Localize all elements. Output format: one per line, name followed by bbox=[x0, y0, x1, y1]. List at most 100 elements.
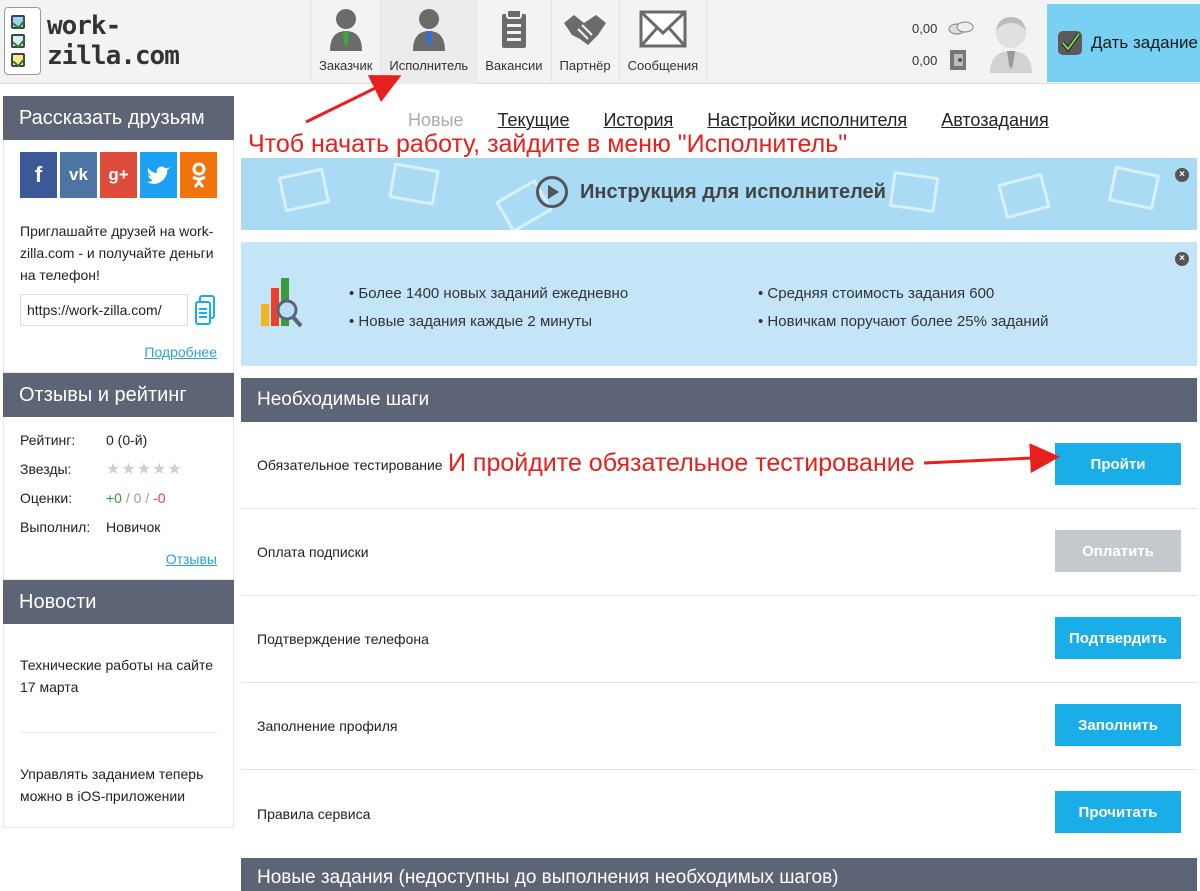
twitter-share-button[interactable] bbox=[140, 152, 177, 198]
freelancer-icon bbox=[404, 6, 454, 52]
odnoklassniki-icon bbox=[191, 162, 206, 188]
rating-title: Отзывы и рейтинг bbox=[3, 373, 234, 417]
read-rules-button[interactable]: Прочитать bbox=[1055, 791, 1181, 833]
instruction-label: Инструкция для исполнителей bbox=[580, 180, 886, 203]
main-nav: Заказчик Исполнитель Вакансии Партнёр Со… bbox=[310, 0, 708, 84]
chart-magnifier-icon bbox=[261, 278, 303, 328]
step-row-phone: Подтверждение телефона Подтвердить bbox=[241, 596, 1197, 683]
film-decor-icon bbox=[277, 167, 331, 213]
checkmark-badge-icon bbox=[1058, 31, 1082, 55]
referral-link-input[interactable]: https://work-zilla.com/ bbox=[20, 294, 188, 326]
play-icon bbox=[536, 176, 568, 208]
confirm-phone-button[interactable]: Подтвердить bbox=[1055, 617, 1181, 659]
grade-negative: -0 bbox=[153, 489, 166, 506]
user-avatar[interactable] bbox=[986, 10, 1036, 74]
nav-vacancies[interactable]: Вакансии bbox=[476, 0, 550, 84]
required-steps-title: Необходимые шаги bbox=[241, 378, 1197, 422]
safe-icon bbox=[950, 50, 966, 70]
stars-label: Звезды: bbox=[20, 460, 72, 477]
nav-freelancer[interactable]: Исполнитель bbox=[380, 0, 477, 84]
vk-share-button[interactable]: vk bbox=[60, 152, 97, 198]
left-sidebar: Рассказать друзьям f vk g+ Приглашайте д… bbox=[3, 96, 234, 828]
grade-positive: +0 bbox=[106, 489, 122, 506]
close-icon[interactable]: × bbox=[1175, 252, 1189, 266]
annotation-test-hint: И пройдите обязательное тестирование bbox=[448, 449, 915, 477]
instruction-banner[interactable]: Инструкция для исполнителей × bbox=[241, 158, 1197, 230]
customer-icon bbox=[321, 6, 371, 52]
step-label: Обязательное тестирование bbox=[257, 457, 443, 473]
create-task-label: Дать задание bbox=[1091, 33, 1198, 52]
avatar-icon bbox=[990, 17, 1032, 73]
step-label: Оплата подписки bbox=[257, 544, 369, 560]
nav-customer[interactable]: Заказчик bbox=[310, 0, 380, 84]
logo-text: work-zilla.com bbox=[46, 11, 180, 71]
odnoklassniki-share-button[interactable] bbox=[180, 152, 217, 198]
fact-item: • Новичкам поручают более 25% заданий bbox=[758, 313, 1049, 330]
grade-neutral: 0 bbox=[133, 489, 142, 506]
facebook-share-button[interactable]: f bbox=[20, 152, 57, 198]
grade-separator: / bbox=[141, 489, 154, 506]
step-label: Правила сервиса bbox=[257, 805, 371, 822]
rating-panel: Рейтинг: 0 (0-й) Звезды: ★★★★★ Оценки: +… bbox=[3, 417, 234, 580]
fact-item: • Средняя стоимость задания 600 bbox=[758, 285, 995, 302]
facts-left: • Более 1400 новых заданий ежедневно • Н… bbox=[349, 280, 628, 336]
vk-icon: vk bbox=[69, 165, 88, 184]
rating-value: 0 (0-й) bbox=[106, 431, 148, 448]
film-decor-icon bbox=[1107, 165, 1161, 211]
take-test-button[interactable]: Пройти bbox=[1055, 443, 1181, 485]
nav-messages-label: Сообщения bbox=[627, 58, 699, 73]
star-rating-icon: ★★★★★ bbox=[106, 460, 183, 478]
invite-text: Приглашайте друзей на work-zilla.com - и… bbox=[20, 223, 214, 283]
balance-money-row[interactable]: 0,00 bbox=[912, 12, 982, 44]
stars-row: Звезды: ★★★★★ bbox=[20, 454, 217, 483]
fact-item: • Более 1400 новых заданий ежедневно bbox=[349, 285, 629, 302]
pay-subscription-button[interactable]: Оплатить bbox=[1055, 530, 1181, 572]
news-title: Новости bbox=[3, 580, 234, 624]
facts-right: • Средняя стоимость задания 600 • Новичк… bbox=[758, 280, 1048, 336]
share-panel: f vk g+ Приглашайте друзей на work-zilla… bbox=[3, 140, 234, 373]
completed-label: Выполнил: bbox=[20, 518, 91, 535]
top-header: work-zilla.com Заказчик Исполнитель Вака… bbox=[0, 0, 1200, 84]
instruction-content: Инструкция для исполнителей bbox=[536, 176, 886, 208]
new-tasks-title: Новые задания (недоступны до выполнения … bbox=[241, 858, 1197, 891]
reviews-link[interactable]: Отзывы bbox=[20, 551, 217, 567]
rating-label: Рейтинг: bbox=[20, 431, 76, 448]
referral-link-row: https://work-zilla.com/ bbox=[20, 294, 217, 326]
share-title: Рассказать друзьям bbox=[3, 96, 234, 140]
nav-customer-label: Заказчик bbox=[319, 58, 373, 73]
envelope-icon bbox=[638, 6, 688, 52]
balance-bonus-row[interactable]: 0,00 bbox=[912, 44, 982, 76]
news-panel: Технические работы на сайте 17 марта Упр… bbox=[3, 624, 234, 828]
share-more-link[interactable]: Подробнее bbox=[20, 344, 217, 360]
completed-row: Выполнил: Новичок bbox=[20, 512, 217, 541]
social-buttons: f vk g+ bbox=[20, 152, 217, 198]
close-icon[interactable]: × bbox=[1175, 168, 1189, 182]
balance-widget: 0,00 0,00 bbox=[912, 12, 982, 76]
googleplus-icon: g+ bbox=[108, 165, 129, 184]
stats-banner: • Более 1400 новых заданий ежедневно • Н… bbox=[241, 242, 1197, 366]
nav-partner[interactable]: Партнёр bbox=[550, 0, 619, 84]
vacancies-icon bbox=[489, 6, 539, 52]
news-item[interactable]: Технические работы на сайте 17 марта bbox=[20, 624, 217, 733]
grades-row: Оценки: +0 / 0 / -0 bbox=[20, 483, 217, 512]
facebook-icon: f bbox=[34, 162, 43, 187]
nav-freelancer-label: Исполнитель bbox=[389, 58, 469, 73]
nav-vacancies-label: Вакансии bbox=[485, 58, 543, 73]
film-decor-icon bbox=[888, 170, 940, 214]
fill-profile-button[interactable]: Заполнить bbox=[1055, 704, 1181, 746]
handshake-icon bbox=[560, 6, 610, 52]
nav-messages[interactable]: Сообщения bbox=[618, 0, 708, 84]
step-row-subscription: Оплата подписки Оплатить bbox=[241, 509, 1197, 596]
news-item[interactable]: Управлять заданием теперь можно в iOS-пр… bbox=[20, 733, 217, 827]
fact-item: • Новые задания каждые 2 минуты bbox=[349, 313, 593, 330]
grade-separator: / bbox=[121, 489, 134, 506]
nav-partner-label: Партнёр bbox=[559, 58, 611, 73]
completed-value: Новичок bbox=[106, 518, 161, 535]
create-task-button[interactable]: Дать задание bbox=[1047, 4, 1200, 82]
site-logo[interactable]: work-zilla.com bbox=[4, 6, 204, 76]
balance-money: 0,00 bbox=[912, 20, 938, 36]
tab-autotasks[interactable]: Автозадания bbox=[941, 110, 1049, 158]
copy-icon[interactable] bbox=[194, 294, 216, 326]
googleplus-share-button[interactable]: g+ bbox=[100, 152, 137, 198]
annotation-menu-hint: Чтоб начать работу, зайдите в меню "Испо… bbox=[248, 130, 848, 158]
